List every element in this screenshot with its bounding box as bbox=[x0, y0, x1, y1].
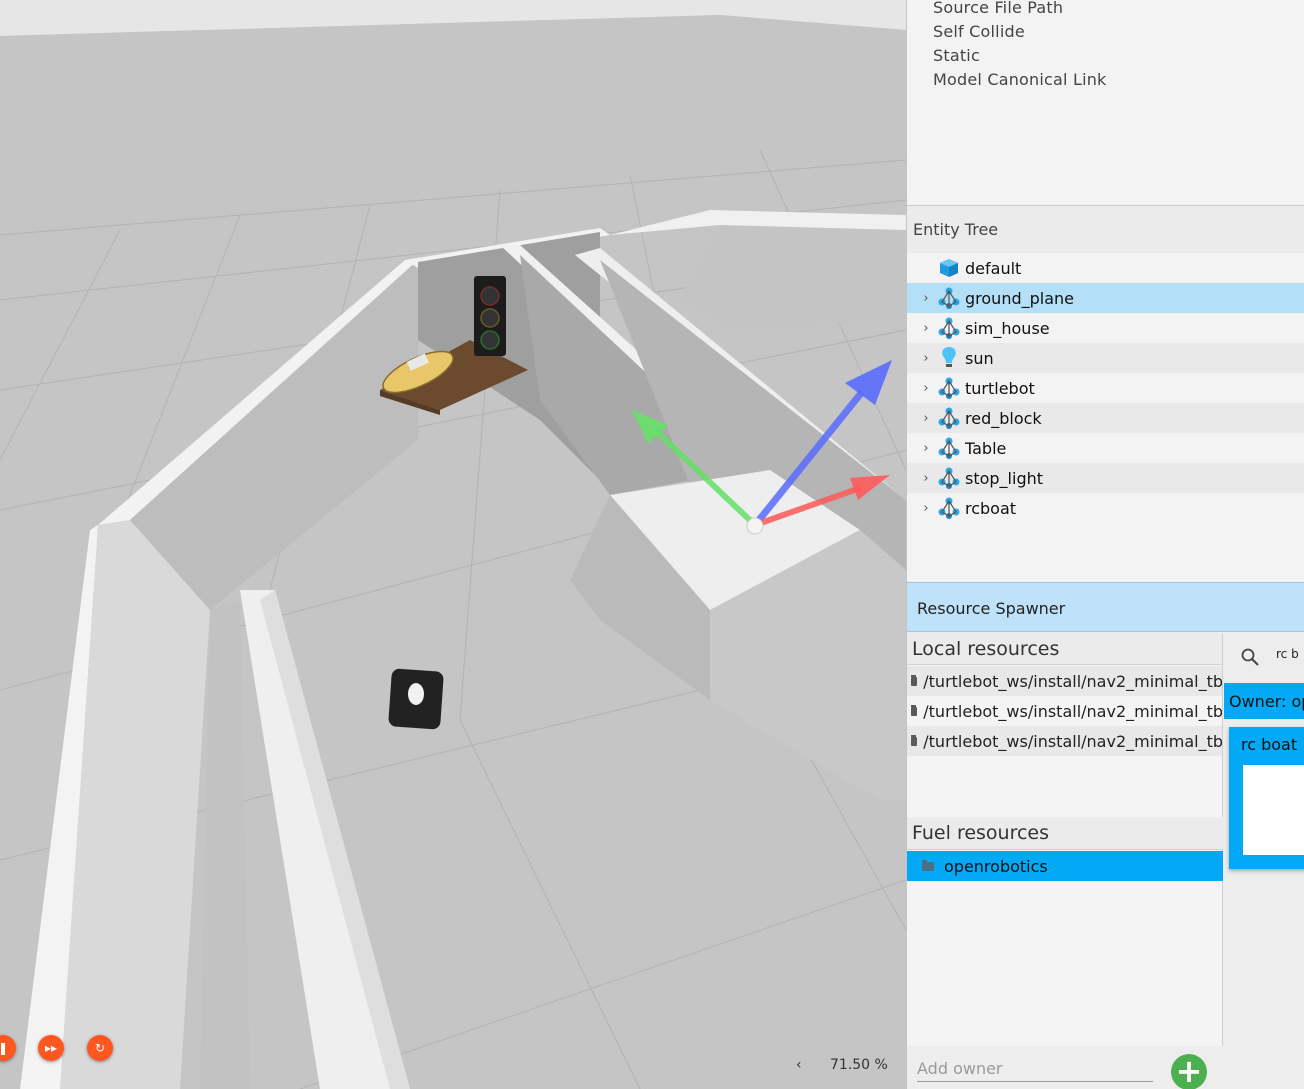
chevron-right-icon[interactable]: › bbox=[919, 411, 933, 426]
tree-item-ground-plane[interactable]: › ground_plane bbox=[907, 283, 1304, 313]
local-resource-item[interactable]: /turtlebot_ws/install/nav2_minimal_tb bbox=[907, 666, 1223, 696]
owner-filter-bar: Owner: op bbox=[1224, 683, 1304, 719]
model-icon bbox=[937, 376, 961, 400]
plus-icon: + bbox=[1175, 1052, 1203, 1089]
chevron-right-icon[interactable]: › bbox=[919, 501, 933, 516]
model-icon bbox=[937, 406, 961, 430]
chevron-right-icon[interactable]: › bbox=[919, 381, 933, 396]
fuel-resources-header: Fuel resources bbox=[907, 818, 1223, 850]
fuel-resources-title: Fuel resources bbox=[912, 822, 1050, 844]
tree-item-red-block[interactable]: › red_block bbox=[907, 403, 1304, 433]
tree-item-label: sun bbox=[965, 348, 994, 368]
fuel-owner-label: openrobotics bbox=[944, 856, 1048, 876]
model-icon bbox=[937, 466, 961, 490]
pause-icon: ❚ bbox=[0, 1041, 9, 1055]
property-model-canonical-link: Model Canonical Link bbox=[933, 70, 1107, 89]
resource-spawner-header[interactable]: Resource Spawner bbox=[907, 582, 1304, 632]
chevron-right-icon[interactable]: › bbox=[919, 291, 933, 306]
fuel-owner-item[interactable]: openrobotics bbox=[907, 851, 1223, 881]
tree-item-sun[interactable]: › sun bbox=[907, 343, 1304, 373]
tree-item-label: stop_light bbox=[965, 468, 1044, 488]
reset-icon: ↻ bbox=[94, 1041, 106, 1055]
chevron-right-icon[interactable]: › bbox=[919, 471, 933, 486]
fast-forward-icon: ▸▸ bbox=[44, 1041, 58, 1055]
right-dock: Source File Path Self Collide Static Mod… bbox=[906, 0, 1304, 1089]
folder-icon bbox=[911, 734, 918, 746]
tree-item-label: rcboat bbox=[965, 498, 1017, 518]
local-resource-path: /turtlebot_ws/install/nav2_minimal_tb bbox=[923, 701, 1223, 721]
real-time-factor: 71.50 % bbox=[830, 1057, 888, 1073]
model-thumbnail[interactable] bbox=[1243, 765, 1304, 855]
fuel-resources-panel: Fuel resources openrobotics bbox=[907, 818, 1223, 1046]
entity-tree-title: Entity Tree bbox=[913, 220, 999, 239]
local-resources-panel: Local resources /turtlebot_ws/install/na… bbox=[907, 633, 1223, 817]
tree-item-label: sim_house bbox=[965, 318, 1050, 338]
tree-item-stop-light[interactable]: › stop_light bbox=[907, 463, 1304, 493]
local-resource-item[interactable]: /turtlebot_ws/install/nav2_minimal_tb bbox=[907, 726, 1223, 756]
tree-item-label: default bbox=[965, 258, 1022, 278]
add-owner-input[interactable] bbox=[917, 1056, 1153, 1082]
search-icon bbox=[1240, 647, 1260, 671]
local-resource-path: /turtlebot_ws/install/nav2_minimal_tb bbox=[923, 731, 1223, 751]
local-resource-path: /turtlebot_ws/install/nav2_minimal_tb bbox=[923, 671, 1223, 691]
model-icon bbox=[937, 286, 961, 310]
tree-item-label: turtlebot bbox=[965, 378, 1035, 398]
folder-icon bbox=[911, 674, 918, 686]
property-source-file-path: Source File Path bbox=[933, 0, 1064, 17]
model-icon bbox=[937, 436, 961, 460]
component-inspector: Source File Path Self Collide Static Mod… bbox=[907, 0, 1304, 206]
model-icon bbox=[937, 316, 961, 340]
light-bulb-icon bbox=[937, 346, 961, 370]
model-card[interactable]: rc boat bbox=[1229, 727, 1304, 869]
entity-tree-panel: Entity Tree › default › ground_plane › bbox=[907, 207, 1304, 581]
add-owner-bar: + bbox=[907, 1046, 1223, 1089]
scene-3d-viewport[interactable]: ❚ ▸▸ ↻ ‹ 71.50 % bbox=[0, 0, 906, 1089]
tree-item-rcboat[interactable]: › rcboat bbox=[907, 493, 1304, 523]
folder-icon bbox=[911, 704, 918, 716]
reset-button[interactable]: ↻ bbox=[87, 1035, 113, 1061]
local-resources-title: Local resources bbox=[912, 638, 1060, 660]
stats-toggle-button[interactable]: ‹ bbox=[796, 1057, 802, 1073]
chevron-right-icon[interactable]: › bbox=[919, 321, 933, 336]
tree-item-table[interactable]: › Table bbox=[907, 433, 1304, 463]
chevron-right-icon[interactable]: › bbox=[919, 441, 933, 456]
scene-render[interactable] bbox=[0, 0, 906, 1089]
model-card-name: rc boat bbox=[1241, 735, 1298, 754]
add-owner-button[interactable]: + bbox=[1171, 1054, 1207, 1089]
owner-label: Owner: op bbox=[1229, 692, 1304, 711]
step-button[interactable]: ▸▸ bbox=[38, 1035, 64, 1061]
tree-item-sim-house[interactable]: › sim_house bbox=[907, 313, 1304, 343]
search-input[interactable]: rc b bbox=[1276, 647, 1304, 661]
world-cube-icon bbox=[937, 256, 961, 280]
property-static: Static bbox=[933, 46, 980, 65]
local-resource-item[interactable]: /turtlebot_ws/install/nav2_minimal_tb bbox=[907, 696, 1223, 726]
tree-item-label: Table bbox=[965, 438, 1007, 458]
tree-item-label: ground_plane bbox=[965, 288, 1074, 308]
resource-spawner-title: Resource Spawner bbox=[917, 599, 1066, 618]
fuel-model-browser: rc b Owner: op rc boat bbox=[1224, 633, 1304, 1089]
model-icon bbox=[937, 496, 961, 520]
local-resources-header: Local resources bbox=[907, 633, 1222, 665]
entity-tree-list: › default › ground_plane › sim_house bbox=[907, 253, 1304, 523]
folder-icon bbox=[922, 859, 934, 871]
chevron-right-icon[interactable]: › bbox=[919, 351, 933, 366]
tree-item-turtlebot[interactable]: › turtlebot bbox=[907, 373, 1304, 403]
tree-item-default[interactable]: › default bbox=[907, 253, 1304, 283]
property-self-collide: Self Collide bbox=[933, 22, 1025, 41]
tree-item-label: red_block bbox=[965, 408, 1042, 428]
